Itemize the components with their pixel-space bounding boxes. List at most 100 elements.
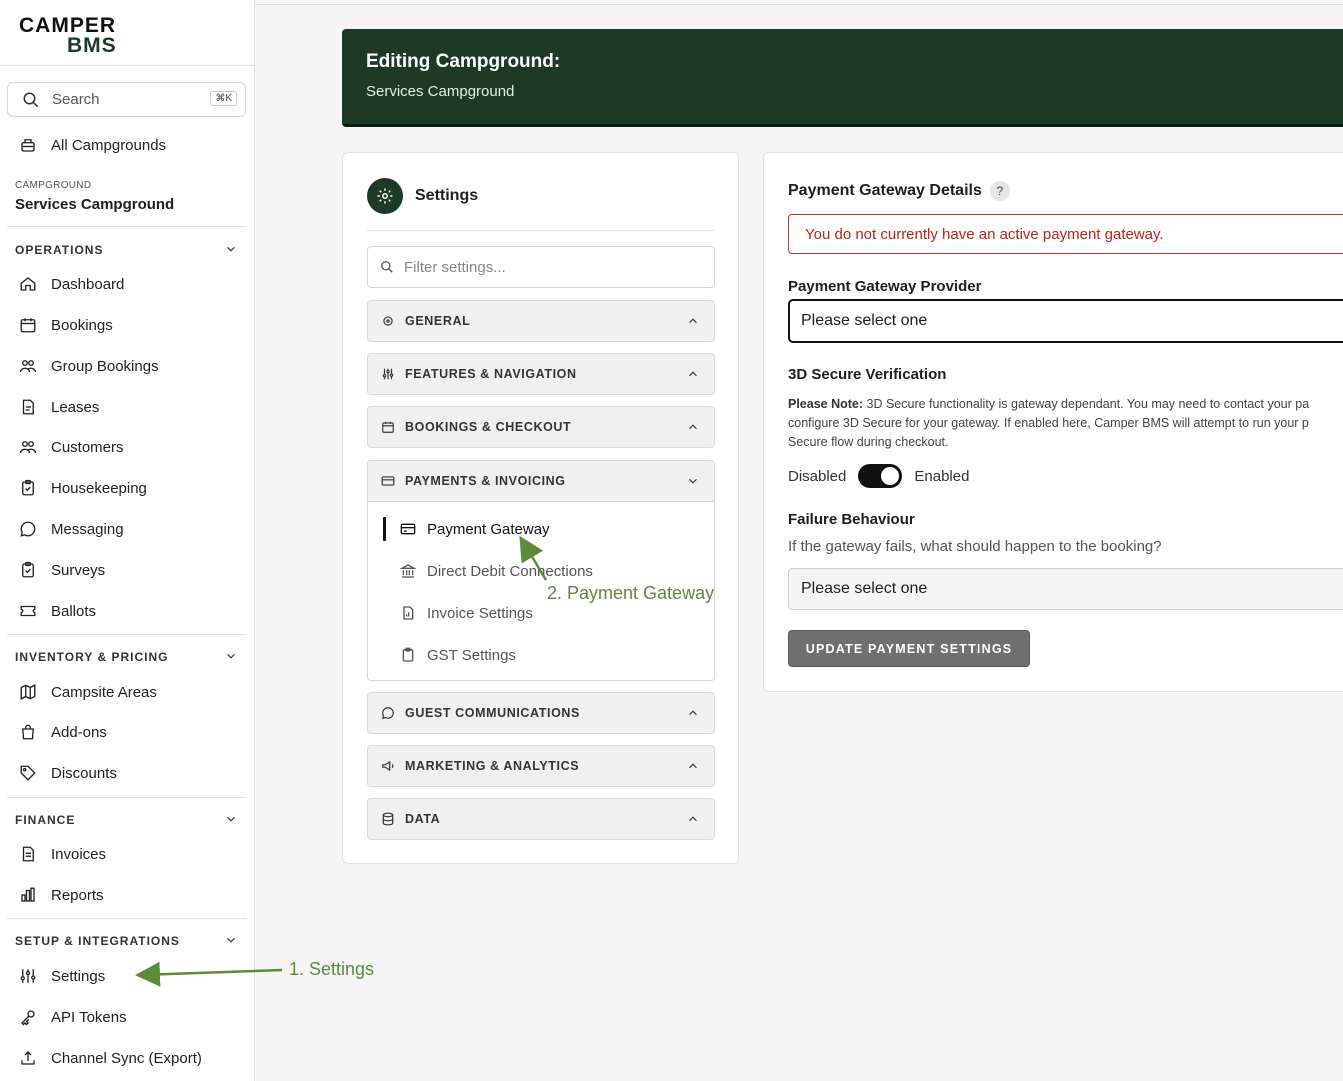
- search-input[interactable]: Search ⌘K: [7, 82, 246, 117]
- filter-settings-input[interactable]: Filter settings...: [367, 246, 715, 288]
- page-subtitle: Services Campground: [366, 83, 515, 100]
- chat-icon: [20, 521, 36, 537]
- settings-item-label: GST Settings: [427, 646, 516, 664]
- clipboard-icon: [402, 647, 414, 662]
- active-indicator: [383, 517, 386, 541]
- failure-select[interactable]: Please select one: [788, 568, 1343, 610]
- invoice-icon: [22, 846, 34, 862]
- sidebar-item-settings[interactable]: Settings: [19, 962, 105, 990]
- sidebar-item-bookings[interactable]: Bookings: [19, 311, 113, 339]
- sidebar-item-discounts[interactable]: Discounts: [19, 759, 117, 787]
- shopping-bag-icon: [22, 724, 34, 740]
- chevron-down-icon[interactable]: [224, 649, 238, 663]
- database-icon: [382, 812, 394, 826]
- failure-description: If the gateway fails, what should happen…: [788, 538, 1162, 555]
- update-payment-settings-button[interactable]: UPDATE PAYMENT SETTINGS: [788, 630, 1030, 667]
- divider: [7, 797, 246, 798]
- sidebar-item-dashboard[interactable]: Dashboard: [19, 270, 124, 298]
- sidebar-item-label: Group Bookings: [51, 357, 159, 375]
- accordion-header-payments[interactable]: PAYMENTS & INVOICING: [368, 461, 714, 502]
- gear-icon: [383, 316, 393, 326]
- tag-icon: [20, 765, 36, 781]
- toggle-off-label: Disabled: [788, 467, 847, 485]
- sidebar-item-invoices[interactable]: Invoices: [19, 840, 106, 868]
- page-header-banner: Editing Campground: Services Campground: [342, 29, 1343, 127]
- key-icon: [21, 1010, 35, 1026]
- sidebar-item-label: Invoices: [51, 845, 107, 863]
- chevron-down-icon[interactable]: [224, 242, 238, 256]
- section-setup-integrations[interactable]: SETUP & INTEGRATIONS: [15, 934, 180, 948]
- bank-icon: [400, 564, 416, 578]
- accordion-features-navigation[interactable]: FEATURES & NAVIGATION: [367, 353, 715, 395]
- settings-item-payment-gateway[interactable]: Payment Gateway: [400, 516, 550, 542]
- sidebar-item-channel-sync[interactable]: Channel Sync (Export): [19, 1044, 202, 1072]
- logo-divider: [0, 65, 254, 66]
- accordion-general[interactable]: GENERAL: [367, 300, 715, 342]
- settings-item-gst-settings[interactable]: GST Settings: [400, 642, 516, 668]
- error-alert: You do not currently have an active paym…: [788, 214, 1343, 254]
- provider-select-value: Please select one: [801, 312, 928, 329]
- chevron-down-icon[interactable]: [224, 812, 238, 826]
- page-title: Editing Campground:: [366, 51, 561, 72]
- sidebar-item-label: Reports: [51, 886, 104, 904]
- sidebar-item-label: Customers: [51, 438, 124, 456]
- settings-item-invoice-settings[interactable]: Invoice Settings: [400, 600, 533, 626]
- search-icon: [23, 92, 39, 107]
- secure-toggle[interactable]: [858, 464, 903, 488]
- sidebar-item-housekeeping[interactable]: Housekeeping: [19, 474, 147, 502]
- note-line2: configure 3D Secure for your gateway. If…: [788, 416, 1309, 430]
- settings-item-direct-debit[interactable]: Direct Debit Connections: [400, 558, 593, 584]
- sidebar-item-label: API Tokens: [51, 1008, 127, 1026]
- settings-item-label: Direct Debit Connections: [427, 562, 593, 580]
- note-line3: Secure flow during checkout.: [788, 435, 949, 449]
- sidebar-item-all-campgrounds[interactable]: All Campgrounds: [19, 131, 166, 159]
- sidebar-item-label: Dashboard: [51, 275, 125, 293]
- accordion-guest-communications[interactable]: GUEST COMMUNICATIONS: [367, 692, 715, 734]
- sidebar-item-campsite-areas[interactable]: Campsite Areas: [19, 678, 157, 706]
- help-icon[interactable]: ?: [989, 181, 1010, 201]
- users-icon: [19, 360, 37, 373]
- sidebar-item-surveys[interactable]: Surveys: [19, 556, 105, 584]
- sidebar-item-group-bookings[interactable]: Group Bookings: [19, 352, 159, 380]
- sidebar-item-customers[interactable]: Customers: [19, 433, 124, 461]
- divider: [7, 226, 246, 227]
- section-operations[interactable]: OPERATIONS: [15, 243, 103, 257]
- calendar-icon: [382, 421, 394, 433]
- accordion-marketing-analytics[interactable]: MARKETING & ANALYTICS: [367, 745, 715, 787]
- chevron-down-icon[interactable]: [224, 933, 238, 947]
- upload-icon: [21, 1051, 35, 1065]
- section-inventory-pricing[interactable]: INVENTORY & PRICING: [15, 650, 168, 664]
- sidebar-item-label: Add-ons: [51, 723, 107, 741]
- note-line1: 3D Secure functionality is gateway depen…: [863, 397, 1310, 411]
- search-icon: [381, 261, 393, 273]
- sidebar-item-add-ons[interactable]: Add-ons: [19, 718, 107, 746]
- sidebar-item-label: Housekeeping: [51, 479, 147, 497]
- accordion-label: MARKETING & ANALYTICS: [405, 759, 580, 773]
- sidebar: CAMPER BMS Search ⌘K All Campgrounds CAM…: [0, 0, 255, 1081]
- bar-chart-icon: [21, 887, 35, 902]
- sidebar-item-label: Bookings: [51, 316, 113, 334]
- sidebar-item-label: Messaging: [51, 520, 124, 538]
- accordion-label: DATA: [405, 812, 441, 826]
- sidebar-item-messaging[interactable]: Messaging: [19, 515, 124, 543]
- accordion-bookings-checkout[interactable]: BOOKINGS & CHECKOUT: [367, 406, 715, 448]
- provider-select[interactable]: Please select one: [788, 299, 1343, 343]
- sidebar-item-ballots[interactable]: Ballots: [19, 597, 96, 625]
- accordion-data[interactable]: DATA: [367, 798, 715, 840]
- divider: [7, 918, 246, 919]
- sidebar-item-label: Surveys: [51, 561, 106, 579]
- sidebar-item-api-tokens[interactable]: API Tokens: [19, 1003, 127, 1031]
- section-finance[interactable]: FINANCE: [15, 813, 75, 827]
- campground-name: Services Campground: [15, 196, 175, 213]
- sidebar-item-reports[interactable]: Reports: [19, 881, 104, 909]
- alert-text: You do not currently have an active paym…: [805, 225, 1164, 243]
- sidebar-item-label: Campsite Areas: [51, 683, 157, 701]
- annotation-step2: 2. Payment Gateway: [547, 583, 715, 603]
- megaphone-icon: [382, 760, 394, 772]
- gateway-title: Payment Gateway Details ?: [788, 181, 1010, 201]
- document-chart-icon: [403, 606, 414, 620]
- secure-toggle-row: Disabled Enabled: [788, 464, 969, 488]
- sliders-icon: [20, 969, 36, 983]
- logo[interactable]: CAMPER BMS: [19, 15, 117, 56]
- sidebar-item-leases[interactable]: Leases: [19, 393, 99, 421]
